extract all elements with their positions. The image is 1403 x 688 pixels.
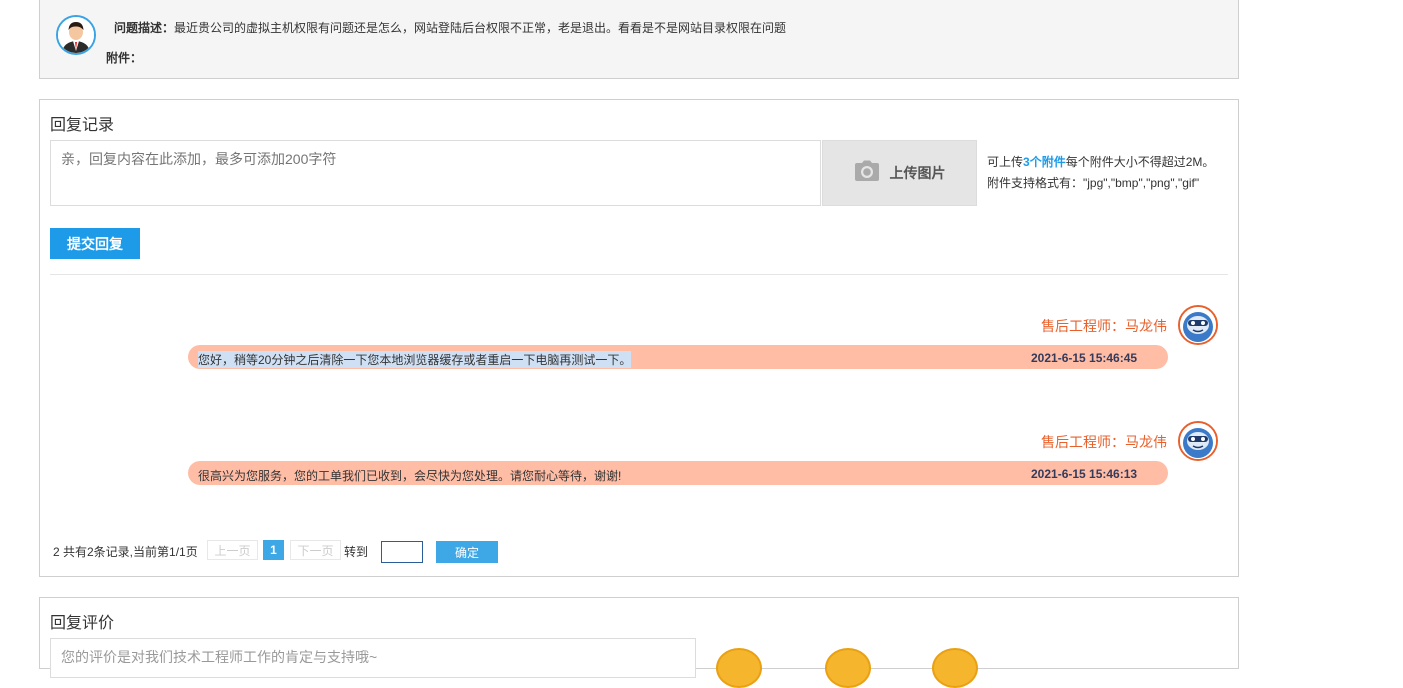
next-page-button[interactable]: 下一页 (290, 540, 341, 560)
question-description: 问题描述：最近贵公司的虚拟主机权限有问题还是怎么，网站登陆后台权限不正常，老是退… (114, 19, 786, 36)
message-text: 您好，稍等20分钟之后清除一下您本地浏览器缓存或者重启一下电脑再测试一下。 (198, 351, 632, 368)
rating-face-icon[interactable] (825, 648, 871, 688)
pagination-summary: 2 共有2条记录,当前第1/1页 (53, 545, 198, 559)
rating-face-icon[interactable] (932, 648, 978, 688)
page-jump-input[interactable] (381, 541, 423, 563)
engineer-name: 售后工程师：马龙伟 (1041, 434, 1167, 450)
reply-textarea[interactable] (50, 140, 821, 206)
upload-image-button[interactable]: 上传图片 (822, 140, 977, 206)
confirm-button[interactable]: 确定 (436, 541, 498, 563)
upload-note-line2: 附件支持格式有："jpg","bmp","png","gif" (987, 176, 1200, 190)
question-panel (39, 0, 1239, 79)
rating-textarea[interactable]: 您的评价是对我们技术工程师工作的肯定与支持哦~ (50, 638, 696, 678)
upload-note-highlight: 3个附件 (1023, 155, 1066, 169)
upload-note-prefix: 可上传 (987, 155, 1024, 169)
prev-page-button[interactable]: 上一页 (207, 540, 258, 560)
current-page-button[interactable]: 1 (263, 540, 284, 560)
goto-label: 转到 (344, 545, 369, 559)
upload-note-line1: 可上传3个附件每个附件大小不得超过2M。 (987, 153, 1214, 170)
upload-image-label: 上传图片 (889, 165, 946, 181)
reply-title: 回复记录 (50, 117, 115, 134)
attachment-label-text: 附件： (106, 51, 143, 65)
message-time: 2021-6-15 15:46:13 (1031, 467, 1138, 481)
question-desc-text: 最近贵公司的虚拟主机权限有问题还是怎么，网站登陆后台权限不正常，老是退出。看看是… (174, 21, 787, 35)
rating-face-icon[interactable] (716, 648, 762, 688)
message-text: 很高兴为您服务，您的工单我们已收到，会尽快为您处理。请您耐心等待，谢谢! (198, 469, 622, 483)
submit-reply-button[interactable]: 提交回复 (50, 228, 140, 259)
engineer-avatar (1178, 421, 1218, 461)
user-avatar (56, 15, 96, 55)
rating-title: 回复评价 (50, 615, 115, 632)
attachment-label: 附件： (106, 49, 142, 66)
message-time: 2021-6-15 15:46:45 (1031, 351, 1138, 365)
engineer-name: 售后工程师：马龙伟 (1041, 318, 1167, 334)
upload-note-suffix: 每个附件大小不得超过2M。 (1065, 155, 1215, 169)
engineer-avatar (1178, 305, 1218, 345)
camera-icon (854, 160, 880, 187)
divider (50, 274, 1228, 275)
question-desc-label: 问题描述： (114, 21, 175, 35)
